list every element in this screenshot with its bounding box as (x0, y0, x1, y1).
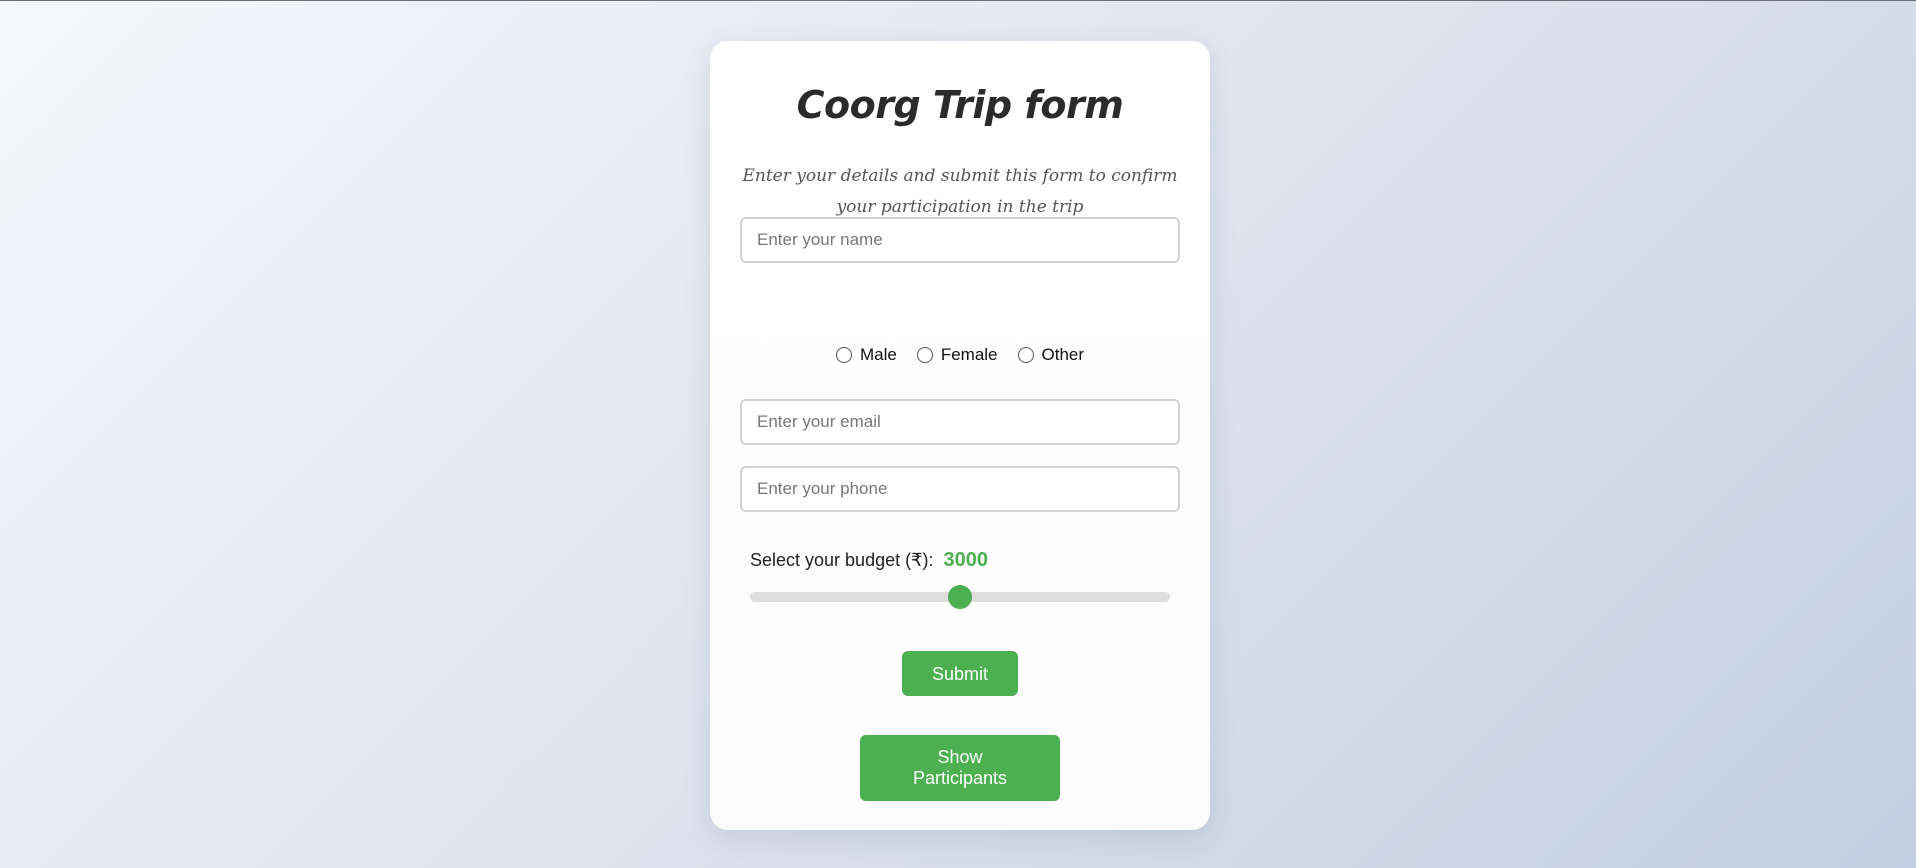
gender-label-other: Other (1041, 345, 1085, 364)
gender-option-other[interactable]: Other (1017, 345, 1085, 365)
show-participants-button[interactable]: Show Participants (860, 735, 1060, 801)
budget-label: Select your budget (₹): (750, 550, 934, 570)
phone-input[interactable] (740, 466, 1180, 512)
form-title: Coorg Trip form (796, 83, 1124, 127)
gender-radio-group: Male Female Other (710, 345, 1210, 365)
trip-form-card: Coorg Trip form Enter your details and s… (710, 41, 1210, 830)
gender-label-female: Female (940, 345, 998, 364)
radio-other-icon[interactable] (1017, 347, 1034, 363)
gender-option-female[interactable]: Female (916, 345, 998, 365)
name-input[interactable] (740, 217, 1180, 263)
budget-slider[interactable] (750, 585, 1170, 609)
form-subtitle: Enter your details and submit this form … (742, 166, 1178, 217)
budget-slider-thumb[interactable] (948, 585, 972, 609)
email-input[interactable] (740, 399, 1180, 445)
budget-row: Select your budget (₹): 3000 (750, 549, 988, 572)
budget-value: 3000 (943, 549, 989, 571)
radio-female-icon[interactable] (916, 347, 933, 363)
gender-label-male: Male (859, 345, 897, 364)
radio-male-icon[interactable] (835, 347, 852, 363)
submit-button[interactable]: Submit (902, 651, 1018, 696)
gender-option-male[interactable]: Male (835, 345, 897, 365)
